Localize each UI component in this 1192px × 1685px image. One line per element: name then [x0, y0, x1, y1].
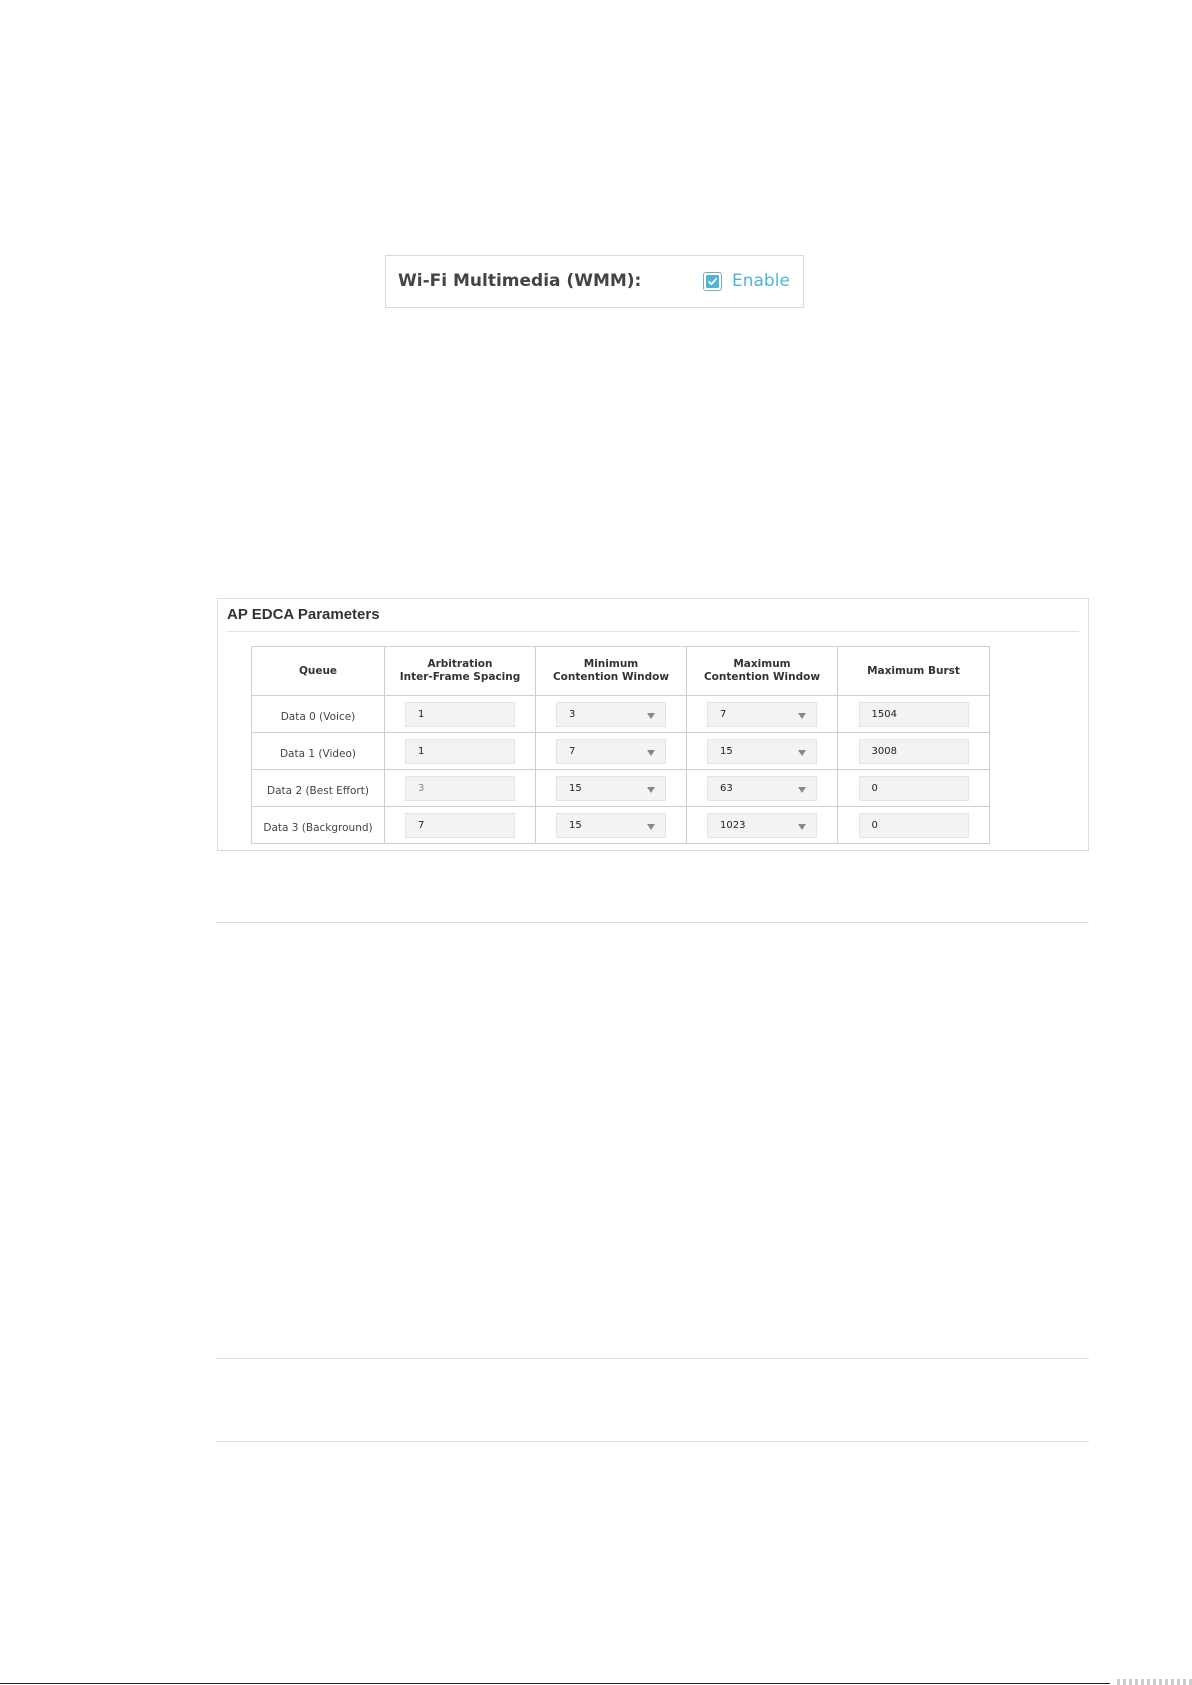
cwmax-select[interactable]: 63	[707, 775, 817, 801]
cwmin-value: 7	[569, 745, 576, 757]
chevron-down-icon	[798, 712, 806, 719]
cwmin-select[interactable]: 3	[556, 701, 666, 727]
chevron-down-icon	[647, 823, 655, 830]
cwmax-select[interactable]: 1023	[707, 812, 817, 838]
cwmin-select[interactable]: 15	[556, 775, 666, 801]
panel-title: AP EDCA Parameters	[227, 606, 380, 623]
wmm-label: Wi-Fi Multimedia (WMM):	[398, 271, 642, 291]
title-divider	[227, 631, 1079, 632]
table-row: Data 3 (Background) 7 15 1023 0	[251, 806, 990, 844]
header-burst-label: Maximum Burst	[867, 664, 960, 677]
queue-name: Data 1 (Video)	[279, 747, 357, 760]
cwmax-value: 1023	[720, 819, 746, 831]
ap-edca-panel: AP EDCA Parameters Queue Arbitration Int…	[217, 598, 1089, 851]
chevron-down-icon	[647, 749, 655, 756]
header-burst: Maximum Burst	[837, 646, 990, 696]
header-aifs-line2: Inter-Frame Spacing	[399, 671, 521, 683]
cwmax-value: 63	[720, 782, 733, 794]
edca-table: Queue Arbitration Inter-Frame Spacing Mi…	[251, 646, 990, 844]
queue-name: Data 0 (Voice)	[280, 710, 356, 723]
header-queue-label: Queue	[298, 664, 338, 677]
cwmin-select[interactable]: 7	[556, 738, 666, 764]
cwmin-value: 3	[569, 708, 576, 720]
table-row: Data 2 (Best Effort) 3 15 63 0	[251, 769, 990, 807]
header-cwmin: Minimum Contention Window	[535, 646, 687, 696]
queue-cell: Data 3 (Background)	[251, 806, 385, 844]
wmm-enable-checkbox[interactable]	[703, 272, 722, 291]
wmm-enable-label[interactable]: Enable	[732, 256, 790, 309]
cwmax-select[interactable]: 15	[707, 738, 817, 764]
chevron-down-icon	[647, 786, 655, 793]
section-divider	[216, 922, 1089, 923]
header-aifs-line1: Arbitration	[427, 658, 493, 670]
queue-name: Data 2 (Best Effort)	[267, 784, 369, 797]
burst-input[interactable]: 3008	[858, 738, 969, 764]
header-cwmax-line2: Contention Window	[703, 671, 821, 683]
header-cwmin-line2: Contention Window	[552, 671, 670, 683]
table-row: Data 1 (Video) 1 7 15 3008	[251, 732, 990, 770]
chevron-down-icon	[798, 823, 806, 830]
section-divider	[216, 1441, 1089, 1442]
wmm-setting-box: Wi-Fi Multimedia (WMM): Enable	[385, 255, 804, 308]
burst-input[interactable]: 0	[858, 775, 969, 801]
chevron-down-icon	[798, 786, 806, 793]
header-cwmin-line1: Minimum	[583, 658, 639, 670]
aifs-input[interactable]: 7	[405, 812, 515, 838]
aifs-input[interactable]: 1	[405, 738, 515, 764]
header-queue: Queue	[251, 646, 385, 696]
queue-cell: Data 0 (Voice)	[251, 695, 385, 733]
header-aifs: Arbitration Inter-Frame Spacing	[384, 646, 536, 696]
queue-cell: Data 2 (Best Effort)	[251, 769, 385, 807]
header-cwmax: Maximum Contention Window	[686, 646, 838, 696]
aifs-input[interactable]: 1	[405, 701, 515, 727]
burst-input[interactable]: 1504	[858, 701, 969, 727]
cwmin-value: 15	[569, 819, 582, 831]
chevron-down-icon	[798, 749, 806, 756]
queue-cell: Data 1 (Video)	[251, 732, 385, 770]
table-row: Data 0 (Voice) 1 3 7 1504	[251, 695, 990, 733]
page-footer-rule	[0, 1683, 1110, 1684]
chevron-down-icon	[647, 712, 655, 719]
check-icon	[706, 275, 719, 288]
cwmax-value: 15	[720, 745, 733, 757]
section-divider	[216, 1358, 1089, 1359]
cwmin-select[interactable]: 15	[556, 812, 666, 838]
page-footer-mark	[1117, 1679, 1192, 1685]
aifs-input: 3	[405, 775, 515, 801]
queue-name: Data 3 (Background)	[263, 821, 373, 834]
burst-input[interactable]: 0	[858, 812, 969, 838]
cwmin-value: 15	[569, 782, 582, 794]
header-cwmax-line1: Maximum	[733, 658, 791, 670]
cwmax-value: 7	[720, 708, 727, 720]
table-header-row: Queue Arbitration Inter-Frame Spacing Mi…	[251, 646, 990, 696]
cwmax-select[interactable]: 7	[707, 701, 817, 727]
